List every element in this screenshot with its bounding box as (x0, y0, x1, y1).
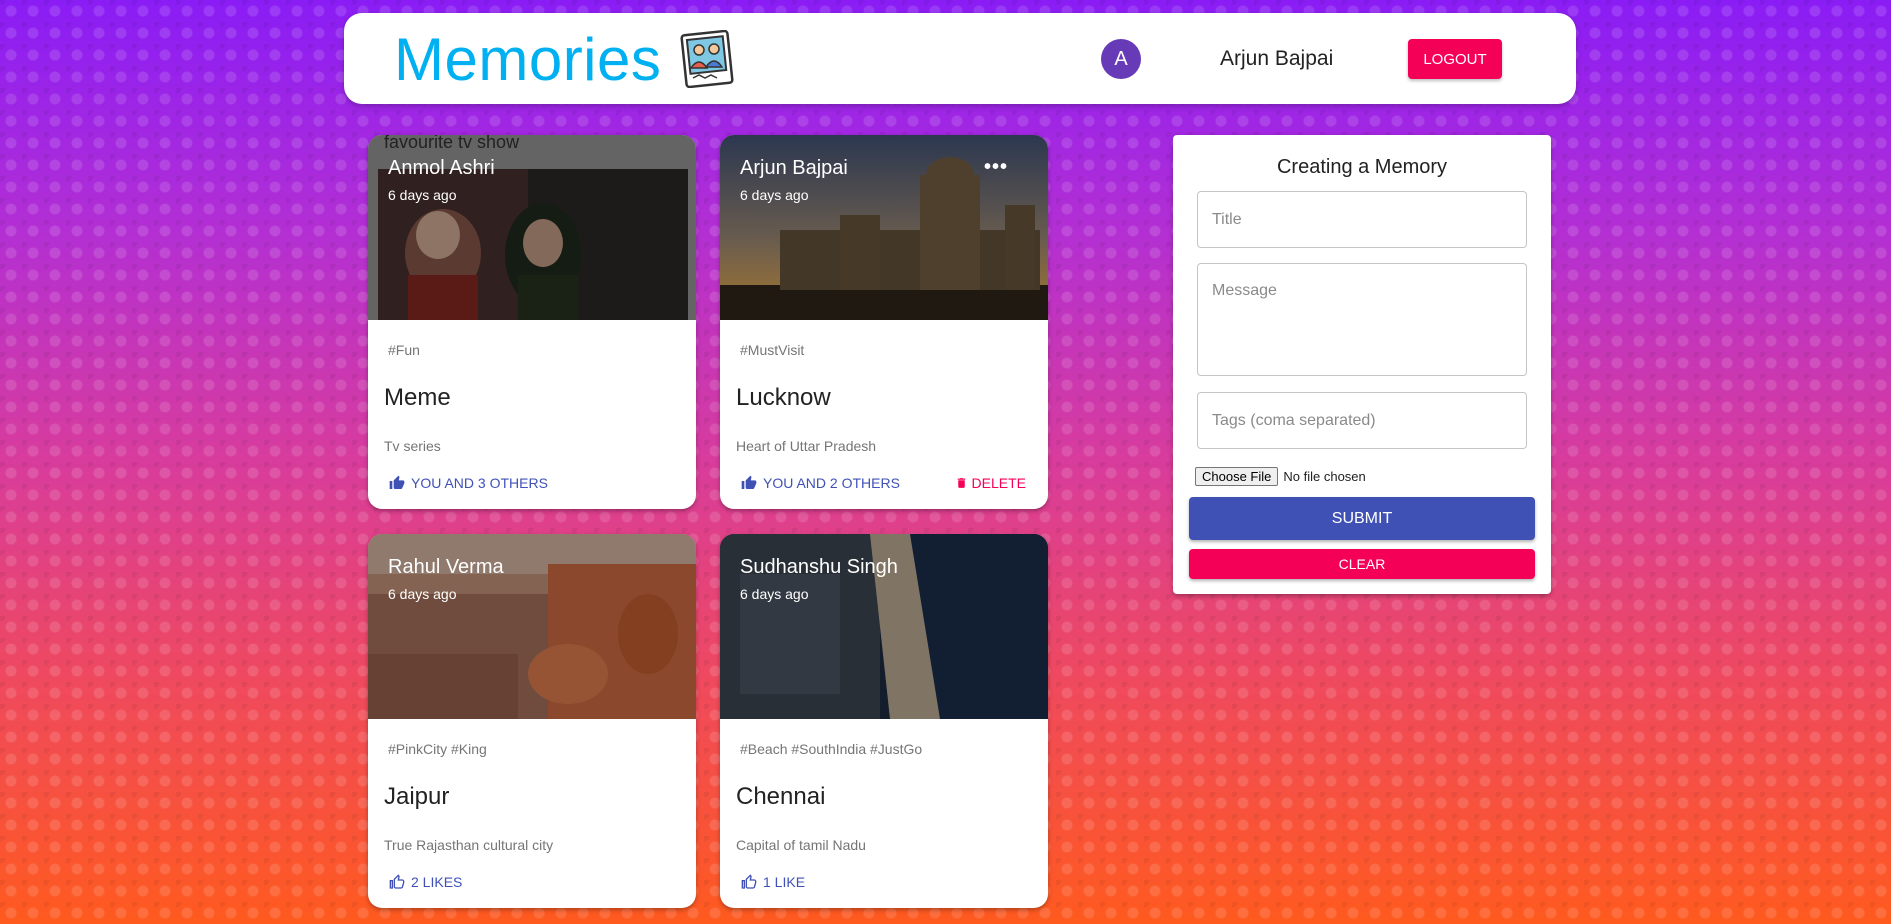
choose-file-button[interactable]: Choose File (1195, 467, 1279, 486)
post-image: Sudhanshu Singh 6 days ago (720, 534, 1048, 719)
like-count: 2 LIKES (411, 874, 463, 890)
post-image: Rahul Verma 6 days ago (368, 534, 696, 719)
post-title: Jaipur (384, 783, 450, 810)
image-caption: favourite tv show (384, 135, 520, 152)
post-title: Chennai (736, 783, 826, 810)
file-upload: Choose File No file chosen (1195, 467, 1366, 486)
clear-button[interactable]: CLEAR (1189, 549, 1535, 579)
message-input[interactable] (1197, 263, 1527, 376)
post-tags: #Fun (388, 342, 420, 358)
like-count: YOU AND 3 OTHERS (411, 475, 548, 491)
post-author: Anmol Ashri (388, 157, 495, 179)
title-input[interactable] (1197, 191, 1527, 248)
post-card-meme: favourite tv show Anmol Ashri 6 days ago… (368, 135, 696, 509)
like-button[interactable]: YOU AND 3 OTHERS (388, 475, 548, 491)
delete-button[interactable]: DELETE (955, 475, 1026, 491)
like-button[interactable]: YOU AND 2 OTHERS (740, 475, 900, 491)
avatar[interactable]: A (1101, 39, 1141, 79)
post-tags: #Beach #SouthIndia #JustGo (740, 741, 923, 757)
thumb-up-outline-icon (741, 874, 757, 889)
submit-button[interactable]: SUBMIT (1189, 497, 1535, 540)
memories-logo-icon (680, 30, 734, 88)
post-message: Tv series (384, 438, 441, 454)
thumb-up-outline-icon (389, 874, 405, 889)
post-image: favourite tv show Anmol Ashri 6 days ago (368, 135, 696, 320)
post-image: Arjun Bajpai 6 days ago ••• (720, 135, 1048, 320)
post-time: 6 days ago (740, 586, 809, 602)
post-time: 6 days ago (388, 187, 457, 203)
post-author: Sudhanshu Singh (740, 556, 898, 578)
post-tags: #PinkCity #King (388, 741, 487, 757)
post-message: Heart of Uttar Pradesh (736, 438, 877, 454)
post-tags: #MustVisit (740, 342, 805, 358)
app-title[interactable]: Memories (394, 25, 661, 94)
logout-button[interactable]: LOGOUT (1408, 39, 1502, 79)
like-count: 1 LIKE (763, 874, 806, 890)
more-options-icon[interactable]: ••• (984, 156, 1008, 179)
post-title: Meme (384, 384, 451, 411)
app-bar: Memories A Arjun Bajpai LOGOUT (344, 13, 1576, 104)
post-card-jaipur: Rahul Verma 6 days ago #PinkCity #King J… (368, 534, 696, 908)
thumb-up-icon (389, 475, 405, 489)
post-author: Arjun Bajpai (740, 157, 848, 179)
tags-input[interactable] (1197, 392, 1527, 449)
post-card-chennai: Sudhanshu Singh 6 days ago #Beach #South… (720, 534, 1048, 908)
post-message: Capital of tamil Nadu (736, 837, 866, 853)
post-message: True Rajasthan cultural city (384, 837, 554, 853)
like-count: YOU AND 2 OTHERS (763, 475, 900, 491)
file-status: No file chosen (1283, 469, 1366, 484)
brand: Memories (394, 23, 735, 95)
like-button[interactable]: 1 LIKE (740, 874, 805, 890)
thumb-up-icon (741, 475, 757, 489)
post-card-lucknow: Arjun Bajpai 6 days ago ••• #MustVisit L… (720, 135, 1048, 509)
delete-label: DELETE (971, 475, 1026, 491)
create-memory-form: Creating a Memory Choose File No file ch… (1173, 135, 1551, 594)
form-heading: Creating a Memory (1276, 156, 1448, 178)
trash-icon (957, 478, 965, 488)
user-name: Arjun Bajpai (1220, 47, 1334, 70)
post-title: Lucknow (736, 384, 831, 411)
post-author: Rahul Verma (388, 556, 504, 578)
like-button[interactable]: 2 LIKES (388, 874, 462, 890)
post-time: 6 days ago (740, 187, 809, 203)
post-time: 6 days ago (388, 586, 457, 602)
